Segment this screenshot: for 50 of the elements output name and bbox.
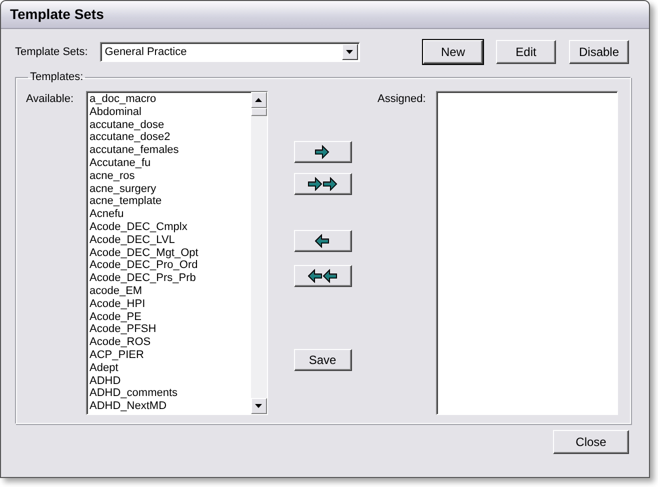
add-all-button[interactable] xyxy=(294,173,352,195)
remove-button[interactable] xyxy=(294,230,352,252)
list-item[interactable]: Acode_DEC_Prs_Prb xyxy=(90,272,250,285)
list-item[interactable]: ADHD xyxy=(90,374,250,388)
list-item[interactable]: accutane_dose2 xyxy=(90,131,250,144)
action-button[interactable]: Edit xyxy=(496,40,556,64)
scroll-up-icon xyxy=(255,98,262,102)
list-item[interactable]: Acode_DEC_LVL xyxy=(90,234,250,247)
list-item[interactable]: Acode_PFSH xyxy=(90,323,250,336)
list-item[interactable]: acne_surgery xyxy=(90,182,250,196)
remove-all-button[interactable] xyxy=(294,265,352,287)
list-item[interactable]: Adept xyxy=(90,362,250,375)
list-item[interactable]: Acode_DEC_Mgt_Opt xyxy=(90,246,250,260)
list-item[interactable]: ADHD_comments xyxy=(90,387,250,400)
scroll-down-icon xyxy=(255,404,262,408)
available-list[interactable] xyxy=(86,91,268,415)
save-button[interactable]: Save xyxy=(294,349,352,371)
window-title: Template Sets xyxy=(1,1,649,29)
list-item[interactable]: acode_EM xyxy=(90,284,250,298)
left-arrow-icon xyxy=(308,269,338,283)
list-item[interactable]: Accutane_fu xyxy=(90,156,250,170)
group-label: Templates: xyxy=(29,71,84,83)
list-item[interactable]: Acode_PE xyxy=(90,310,250,324)
field-label: Assigned: xyxy=(378,93,426,105)
list-item[interactable]: Acode_HPI xyxy=(90,298,250,311)
list-item[interactable]: acne_ros xyxy=(90,170,250,183)
list-item[interactable]: Acode_ROS xyxy=(90,336,250,349)
add-button[interactable] xyxy=(294,141,352,163)
list-item[interactable]: Abdominal xyxy=(90,106,250,119)
list-item[interactable]: ADHD_NextMD xyxy=(90,400,250,413)
list-item[interactable]: Acnefu xyxy=(90,208,250,221)
scrollbar[interactable] xyxy=(250,92,266,414)
left-arrow-icon xyxy=(315,234,330,248)
right-arrow-icon xyxy=(315,145,330,159)
list-item[interactable]: ACP_PIER xyxy=(90,348,250,362)
list-item[interactable]: acne_template xyxy=(90,195,250,208)
field-label: Template Sets: xyxy=(15,46,88,58)
list-item[interactable]: accutane_females xyxy=(90,144,250,157)
action-button[interactable]: Disable xyxy=(569,40,629,64)
action-button[interactable]: New xyxy=(423,40,483,64)
dropdown-arrow-icon xyxy=(346,50,354,54)
field-label: Available: xyxy=(26,93,74,105)
list-item[interactable]: Acode_DEC_Cmplx xyxy=(90,220,250,234)
close-button[interactable]: Close xyxy=(553,430,629,454)
scroll-thumb[interactable] xyxy=(250,108,266,116)
list-item[interactable]: a_doc_macro xyxy=(90,93,250,106)
list-item[interactable]: Acode_DEC_Pro_Ord xyxy=(90,259,250,272)
right-arrow-icon xyxy=(308,177,338,191)
list-item[interactable]: accutane_dose xyxy=(90,118,250,132)
template-set-dropdown[interactable]: General Practice xyxy=(100,42,360,62)
